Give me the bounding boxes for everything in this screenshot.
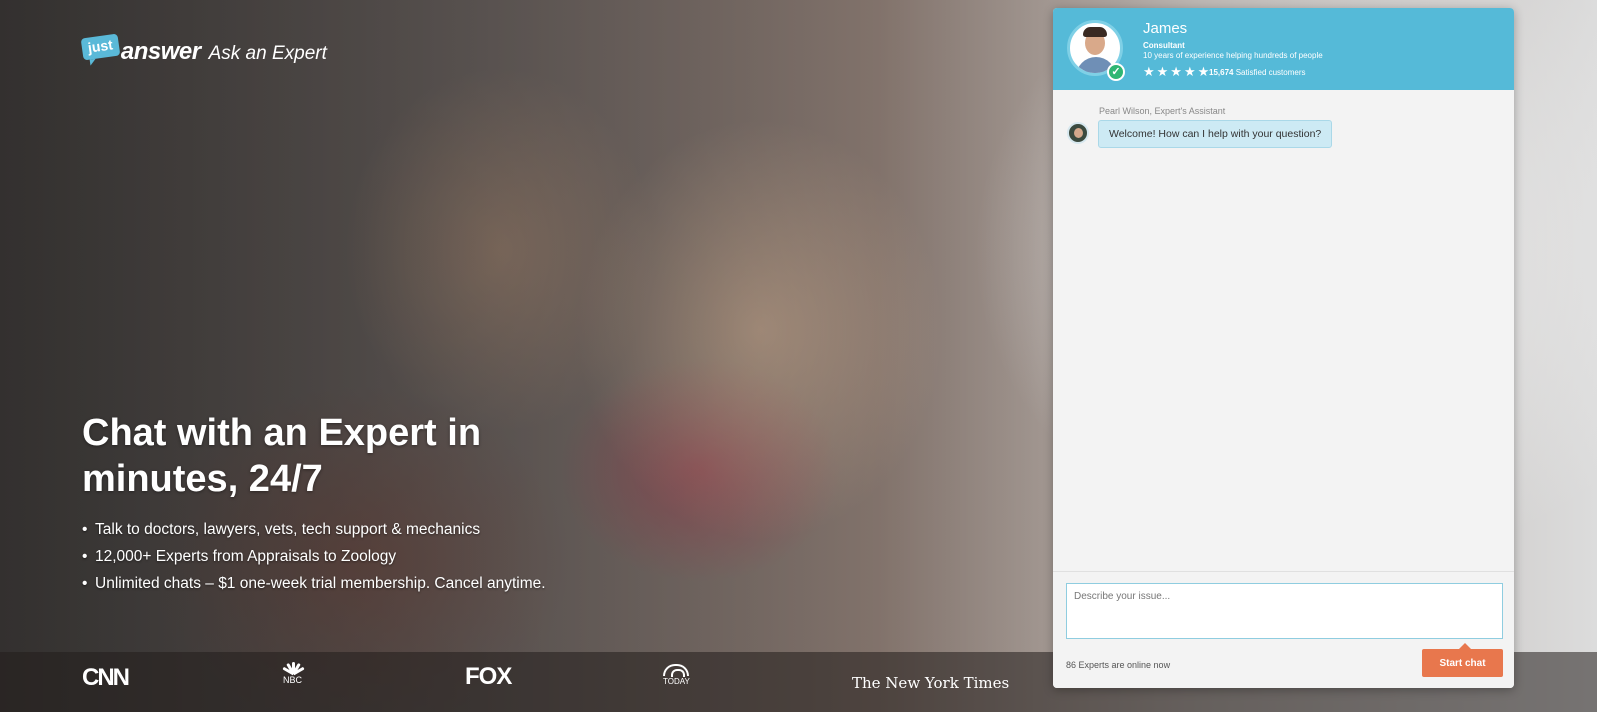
logo-bubble: just — [80, 33, 121, 61]
hero-headline: Chat with an Expert in minutes, 24/7 — [82, 412, 482, 500]
expert-name: James — [1143, 20, 1188, 37]
assistant-avatar — [1067, 122, 1089, 144]
start-chat-button[interactable]: Start chat — [1422, 643, 1503, 677]
nyt-logo: The New York Times — [852, 674, 1010, 692]
bullet-item: 12,000+ Experts from Appraisals to Zoolo… — [82, 543, 546, 570]
today-logo: TODAY — [663, 664, 690, 687]
nbc-label: NBC — [283, 675, 303, 685]
verified-check-icon: ✓ — [1107, 63, 1125, 81]
welcome-message: Welcome! How can I help with your questi… — [1098, 120, 1333, 148]
nbc-logo: NBC — [281, 662, 305, 685]
bullet-item: Unlimited chats – $1 one-week trial memb… — [82, 570, 546, 597]
expert-header: ✓ James Consultant 10 years of experienc… — [1053, 8, 1514, 90]
chat-footer: 86 Experts are online now Start chat — [1053, 571, 1514, 688]
satisfied-count: 15,674 — [1209, 68, 1234, 77]
hero-bullets: Talk to doctors, lawyers, vets, tech sup… — [82, 516, 546, 597]
experts-online-status: 86 Experts are online now — [1066, 660, 1171, 670]
justanswer-logo[interactable]: just answer Ask an Expert — [80, 33, 327, 66]
describe-issue-input[interactable] — [1066, 583, 1503, 639]
fox-logo: FOX — [465, 663, 512, 690]
expert-experience: 10 years of experience helping hundreds … — [1143, 51, 1323, 60]
expert-title: Consultant — [1143, 41, 1185, 50]
hero-shade — [0, 0, 1060, 712]
peacock-icon — [281, 662, 305, 676]
chat-widget: ✓ James Consultant 10 years of experienc… — [1053, 8, 1514, 688]
today-label: TODAY — [663, 677, 690, 686]
cnn-logo: CNN — [82, 664, 130, 691]
message-sender: Pearl Wilson, Expert's Assistant — [1099, 106, 1226, 116]
satisfied-customers: 15,674 Satisfied customers — [1209, 68, 1306, 77]
sunrise-icon — [663, 664, 690, 677]
bullet-item: Talk to doctors, lawyers, vets, tech sup… — [82, 516, 546, 543]
logo-word: answer — [120, 38, 201, 65]
star-rating-icon: ★★★★★ — [1143, 64, 1212, 79]
logo-tagline: Ask an Expert — [208, 43, 327, 64]
satisfied-label: Satisfied customers — [1235, 68, 1306, 77]
